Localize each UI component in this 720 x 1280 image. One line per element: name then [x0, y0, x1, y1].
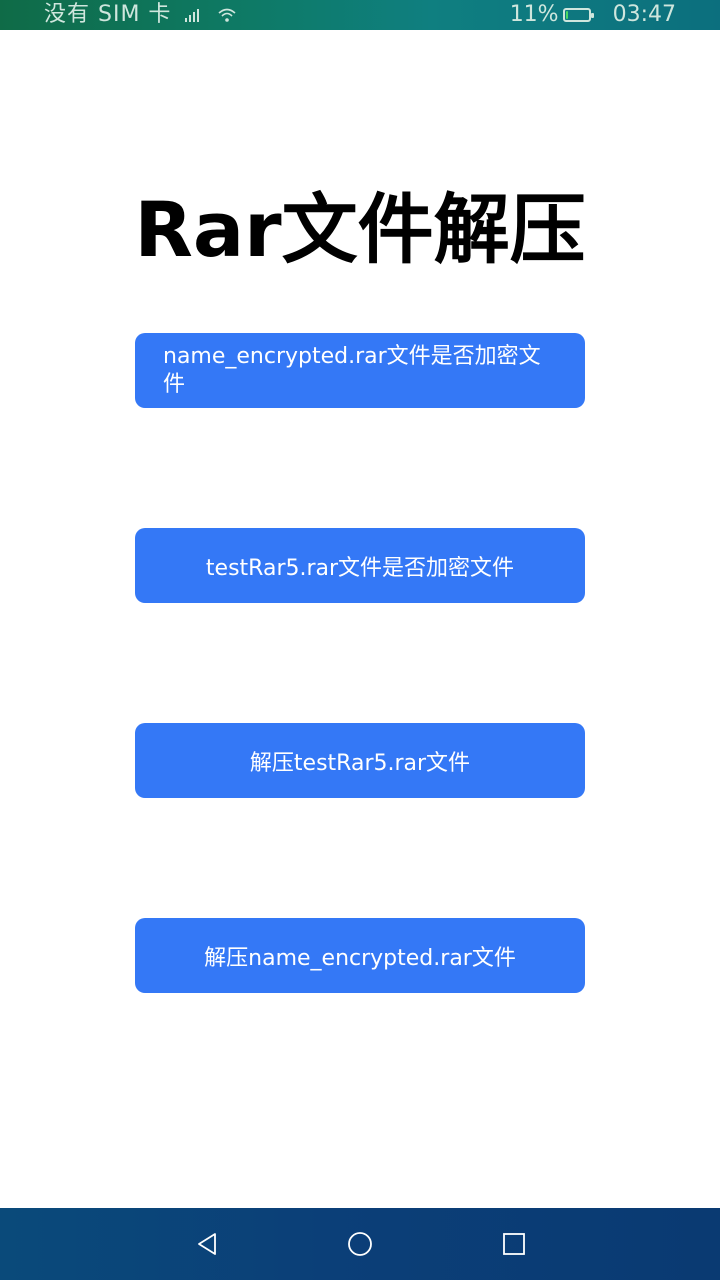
status-right: 11% 03:47 [510, 0, 676, 30]
recent-square-icon [503, 1233, 525, 1255]
page-title: Rar文件解压 [134, 185, 586, 274]
clock: 03:47 [612, 2, 676, 27]
battery-icon [562, 8, 594, 22]
nav-back-button[interactable] [192, 1229, 222, 1259]
battery-percent: 11% [509, 2, 559, 27]
nav-home-button[interactable] [345, 1229, 375, 1259]
navigation-bar [0, 1208, 720, 1280]
status-bar: 没有 SIM 卡 11% 03:47 [0, 0, 720, 30]
back-triangle-icon [198, 1233, 216, 1255]
status-left: 没有 SIM 卡 [44, 0, 237, 30]
check-name-encrypted-button[interactable]: name_encrypted.rar文件是否加密文件 [135, 333, 585, 408]
extract-name-encrypted-button[interactable]: 解压name_encrypted.rar文件 [135, 918, 585, 993]
carrier-label: 没有 SIM 卡 [44, 2, 172, 27]
wifi-icon [218, 8, 236, 22]
signal-icon [185, 8, 200, 22]
check-testrar5-encrypted-button[interactable]: testRar5.rar文件是否加密文件 [135, 528, 585, 603]
home-circle-icon [348, 1232, 372, 1256]
extract-testrar5-button[interactable]: 解压testRar5.rar文件 [135, 723, 585, 798]
nav-recent-button[interactable] [499, 1229, 529, 1259]
battery-level-fill [565, 11, 568, 19]
